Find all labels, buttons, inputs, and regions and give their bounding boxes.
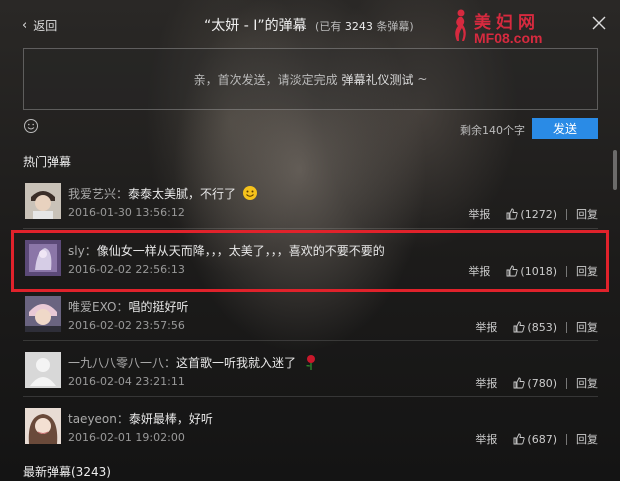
comment-text: 这首歌一听我就入迷了 — [176, 356, 297, 370]
divider — [23, 340, 598, 341]
etiquette-test-link[interactable]: 弹幕礼仪测试 — [341, 71, 413, 88]
send-button[interactable]: 发送 — [532, 118, 598, 139]
comment-actions: 举报 (687) 回复 — [475, 431, 598, 447]
comment-actions: 举报 (780) 回复 — [475, 375, 598, 391]
avatar — [25, 352, 61, 388]
comment-date: 2016-02-02 23:57:56 — [68, 319, 185, 332]
report-button[interactable]: 举报 — [475, 431, 497, 447]
like-button[interactable]: (687) — [513, 433, 557, 446]
comment-username[interactable]: 我爱艺兴 — [68, 187, 116, 201]
report-button[interactable]: 举报 — [468, 206, 490, 222]
reply-button[interactable]: 回复 — [576, 375, 598, 391]
comment-line: 一九八八零八一八：这首歌一听我就入迷了 — [68, 354, 318, 371]
count-suffix: 条弹幕) — [376, 20, 414, 33]
comment-date: 2016-01-30 13:56:12 — [68, 206, 185, 219]
avatar — [25, 296, 61, 332]
placeholder-prefix: 亲，首次发送，请淡定完成 — [193, 72, 338, 87]
back-button[interactable]: ‹ 返回 — [22, 17, 57, 34]
divider — [566, 321, 567, 333]
comment-actions: 举报 (853) 回复 — [475, 319, 598, 335]
latest-danmaku-title: 最新弹幕(3243) — [23, 465, 111, 479]
like-button[interactable]: (780) — [513, 377, 557, 390]
divider — [566, 208, 567, 220]
reply-button[interactable]: 回复 — [576, 319, 598, 335]
comment-date: 2016-02-04 23:21:11 — [68, 375, 185, 388]
report-button[interactable]: 举报 — [475, 319, 497, 335]
reply-button[interactable]: 回复 — [576, 431, 598, 447]
danmaku-input[interactable]: 亲，首次发送，请淡定完成 弹幕礼仪测试 ~ — [23, 48, 598, 110]
comment-text: 泰泰太美腻，不行了 — [128, 187, 237, 201]
like-button[interactable]: (853) — [513, 321, 557, 334]
thumbs-up-icon — [513, 433, 526, 445]
watermark-logo: 美妇网 MF08.com — [450, 6, 575, 46]
divider — [23, 228, 598, 229]
like-count: (1272) — [520, 207, 557, 221]
divider — [23, 396, 598, 397]
header: ‹ 返回 “太妍 - I”的弹幕 (已有 3243 条弹幕) 美妇网 MF08.… — [0, 0, 620, 48]
comment-item: 唯爱EXO：唱的挺好听 2016-02-02 23:57:56 举报 (853)… — [23, 296, 598, 352]
title-text: “太妍 - I”的弹幕 — [204, 18, 307, 34]
comment-username[interactable]: 唯爱EXO — [68, 300, 116, 314]
reply-button[interactable]: 回复 — [576, 206, 598, 222]
comment-line: 我爱艺兴：泰泰太美腻，不行了 — [68, 185, 258, 202]
avatar — [25, 183, 61, 219]
back-label: 返回 — [33, 19, 58, 33]
comment-actions: 举报 (1272) 回复 — [468, 206, 598, 222]
comment-item: 一九八八零八一八：这首歌一听我就入迷了 2016-02-04 23:21:11 … — [23, 352, 598, 408]
report-button[interactable]: 举报 — [475, 375, 497, 391]
hot-danmaku-title: 热门弹幕 — [23, 155, 72, 169]
grin-emoji-icon — [242, 186, 257, 200]
danmaku-count: (已有 3243 条弹幕) — [315, 20, 414, 33]
woman-figure-icon — [455, 9, 466, 41]
thumbs-up-icon — [513, 377, 526, 389]
comment-item: taeyeon：泰妍最棒，好听 2016-02-01 19:02:00 举报 (… — [23, 408, 598, 464]
count-prefix: (已有 — [315, 20, 342, 33]
like-count: (780) — [527, 376, 557, 390]
remaining-chars: 剩余140个字 — [460, 124, 525, 137]
chevron-left-icon: ‹ — [22, 18, 28, 33]
thumbs-up-icon — [513, 321, 526, 333]
like-count: (853) — [527, 320, 557, 334]
close-icon[interactable] — [590, 14, 608, 32]
comment-line: 唯爱EXO：唱的挺好听 — [68, 300, 189, 314]
placeholder-suffix: ~ — [417, 72, 428, 86]
comment-text: 唱的挺好听 — [128, 300, 189, 314]
page-title: “太妍 - I”的弹幕 (已有 3243 条弹幕) — [204, 15, 414, 35]
scrollbar[interactable] — [613, 150, 617, 190]
smiley-icon[interactable] — [23, 118, 39, 134]
thumbs-up-icon — [506, 208, 519, 220]
rose-emoji-icon — [305, 355, 315, 370]
like-button[interactable]: (1272) — [506, 208, 557, 221]
count-value: 3243 — [344, 20, 373, 33]
watermark-en: MF08.com — [474, 30, 543, 46]
highlight-box — [11, 230, 609, 292]
comment-username[interactable]: 一九八八零八一八 — [68, 356, 164, 370]
divider — [566, 377, 567, 389]
divider — [566, 433, 567, 445]
comment-date: 2016-02-01 19:02:00 — [68, 431, 185, 444]
comment-text: 泰妍最棒，好听 — [128, 412, 213, 426]
like-count: (687) — [527, 432, 557, 446]
avatar — [25, 408, 61, 444]
comment-username[interactable]: taeyeon — [68, 412, 117, 426]
comment-line: taeyeon：泰妍最棒，好听 — [68, 412, 213, 426]
